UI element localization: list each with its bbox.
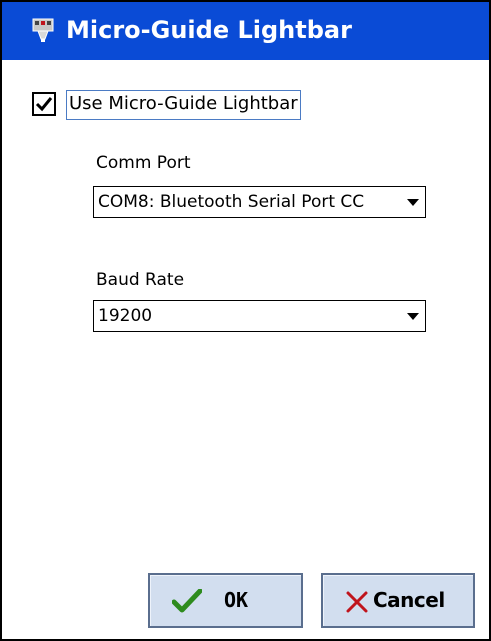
use-lightbar-checkbox[interactable] [32,92,56,116]
gps-receiver-icon [30,17,56,43]
window-title: Micro-Guide Lightbar [66,16,352,44]
baud-rate-dropdown[interactable]: 19200 [93,300,426,332]
ok-label: OK [224,588,249,612]
dialog-window: Micro-Guide Lightbar Use Micro-Guide Lig… [0,0,491,641]
checkmark-icon [171,588,203,617]
checkmark-icon [35,97,53,112]
comm-port-dropdown[interactable]: COM8: Bluetooth Serial Port CC [93,186,426,218]
use-lightbar-label[interactable]: Use Micro-Guide Lightbar [66,90,301,120]
title-bar: Micro-Guide Lightbar [2,2,489,60]
chevron-down-icon[interactable] [407,313,419,320]
comm-port-value: COM8: Bluetooth Serial Port CC [98,192,365,212]
baud-rate-label: Baud Rate [96,270,185,290]
baud-rate-value: 19200 [98,306,153,326]
ok-button[interactable]: OK [148,573,303,628]
chevron-down-icon[interactable] [407,199,419,206]
x-mark-icon [345,590,369,618]
cancel-label: Cancel [373,588,445,612]
comm-port-label: Comm Port [96,153,191,173]
cancel-button[interactable]: Cancel [321,573,475,628]
